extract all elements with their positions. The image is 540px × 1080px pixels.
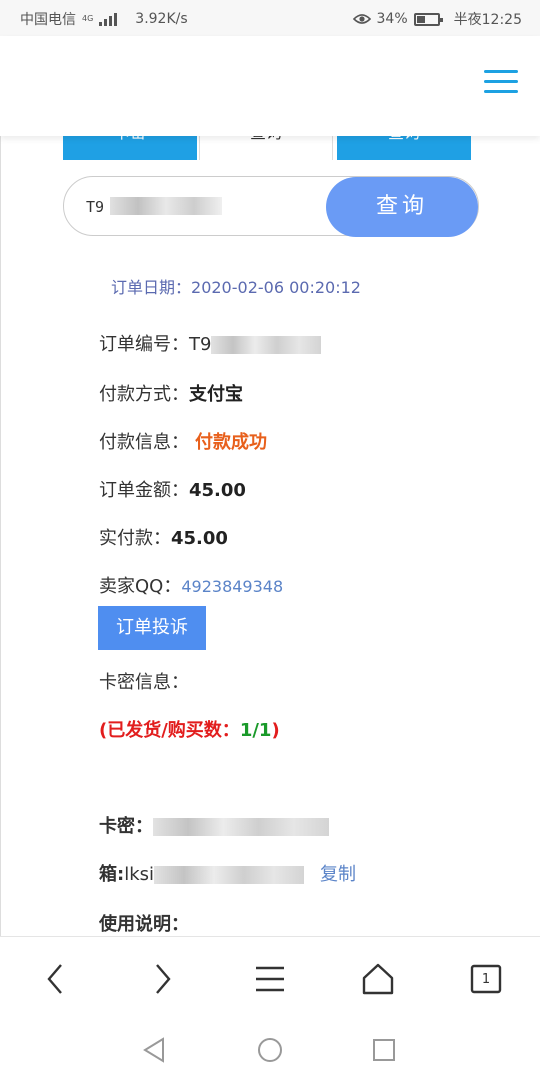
redacted-text — [154, 866, 305, 884]
hamburger-menu-icon[interactable] — [484, 70, 518, 96]
card-info-label: 卡密信息： — [99, 672, 189, 693]
search-button[interactable]: 查询 — [326, 177, 478, 237]
menu-button[interactable] — [245, 957, 295, 1001]
nav-recents-button[interactable] — [366, 1034, 402, 1066]
redacted-text — [153, 818, 329, 836]
order-date-label: 订单日期： — [111, 278, 192, 297]
order-date-value: 2020-02-06 00:20:12 — [191, 278, 361, 297]
redacted-text — [110, 197, 222, 215]
triangle-back-icon — [143, 1037, 164, 1063]
clock: 半夜12:25 — [453, 12, 522, 28]
card-secret-row: 卡密： — [99, 812, 329, 838]
home-icon — [362, 963, 394, 995]
delivered-count: 1/1 — [239, 720, 272, 741]
search-box: 查询 — [63, 176, 479, 237]
signal-icon — [99, 12, 118, 26]
tabs-button[interactable]: 1 — [461, 957, 511, 1001]
seller-qq-link[interactable]: 4923849348 — [181, 577, 283, 596]
email-label: 箱: — [99, 864, 125, 885]
order-complaint-button[interactable]: 订单投诉 — [98, 606, 206, 650]
home-button[interactable] — [353, 957, 403, 1001]
payment-method-value: 支付宝 — [189, 384, 243, 405]
network-speed: 3.92K/s — [135, 11, 188, 27]
order-amount-value: 45.00 — [189, 480, 246, 501]
carrier-name: 中国电信 — [20, 12, 76, 28]
nav-back-button[interactable] — [136, 1034, 172, 1066]
paid-amount-value: 45.00 — [171, 528, 228, 549]
back-button[interactable] — [30, 957, 80, 1001]
usage-label: 使用说明： — [99, 914, 189, 935]
order-number-label: 订单编号： — [99, 334, 189, 355]
copy-link[interactable]: 复制 — [320, 864, 356, 885]
payment-method-row: 付款方式：支付宝 — [99, 380, 243, 406]
payment-method-label: 付款方式： — [99, 384, 189, 405]
payment-info-label: 付款信息： — [99, 432, 189, 453]
delivered-prefix: (已发货/购买数： — [99, 720, 240, 741]
network-type: 4G — [82, 14, 94, 23]
payment-info-row: 付款信息： 付款成功 — [99, 428, 267, 454]
square-recents-icon — [373, 1039, 395, 1061]
order-amount-row: 订单金额：45.00 — [99, 476, 246, 502]
email-value: lksi — [124, 864, 155, 885]
page-content: 卡密 查询 查询 查询 订单日期：2020-02-06 00:20:12 订单编… — [0, 120, 540, 936]
back-icon — [47, 964, 62, 994]
forward-button[interactable] — [138, 957, 188, 1001]
status-right: 34% 半夜12:25 — [352, 9, 522, 29]
seller-qq-label: 卖家QQ： — [99, 576, 182, 597]
paid-amount-row: 实付款：45.00 — [99, 524, 228, 550]
menu-icon — [256, 966, 284, 992]
nav-home-button[interactable] — [252, 1034, 288, 1066]
order-number-row: 订单编号：T9 — [99, 330, 322, 356]
status-left: 中国电信 4G 3.92K/s — [20, 9, 188, 29]
site-header — [0, 36, 540, 136]
circle-home-icon — [258, 1038, 282, 1062]
payment-info-value: 付款成功 — [195, 432, 267, 453]
system-nav-bar — [0, 1020, 540, 1080]
card-secret-label: 卡密： — [99, 816, 153, 837]
battery-percent: 34% — [376, 11, 408, 27]
forward-icon — [156, 964, 171, 994]
delivered-status: (已发货/购买数：1/1) — [99, 716, 280, 742]
usage-row: 使用说明： — [99, 910, 189, 936]
paid-amount-label: 实付款： — [99, 528, 171, 549]
battery-icon — [413, 12, 443, 26]
order-date-row: 订单日期：2020-02-06 00:20:12 — [111, 274, 361, 298]
order-number-value: T9 — [189, 334, 212, 355]
delivered-suffix: ) — [271, 720, 280, 741]
redacted-text — [211, 336, 322, 354]
browser-toolbar: 1 — [0, 936, 540, 1020]
order-amount-label: 订单金额： — [99, 480, 189, 501]
status-bar: 中国电信 4G 3.92K/s 34% 半夜12:25 — [0, 0, 540, 36]
seller-qq-row: 卖家QQ：4923849348 — [99, 572, 283, 598]
card-info-row: 卡密信息： — [99, 668, 189, 694]
eye-icon — [352, 14, 371, 24]
email-row: 箱:lksi 复制 — [99, 860, 356, 886]
tab-count: 1 — [481, 971, 491, 987]
